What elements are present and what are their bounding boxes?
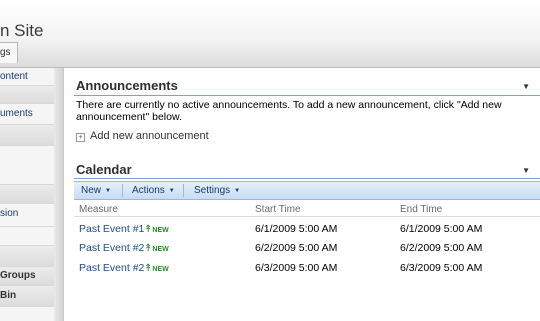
table-row: Past Event #2 ↟NEW 6/2/2009 5:00 AM 6/2/… (74, 238, 540, 258)
table-row: Past Event #2 ↟NEW 6/3/2009 5:00 AM 6/3/… (74, 258, 540, 278)
new-item-indicator: ↟NEW (143, 262, 169, 274)
nav-item-groups[interactable]: Groups (0, 267, 54, 286)
chevron-down-icon: ▼ (168, 188, 175, 194)
actions-menu-button[interactable]: Actions ▼ (132, 182, 175, 201)
toolbar-separator (183, 184, 184, 197)
end-time-cell: 6/3/2009 5:00 AM (400, 262, 483, 274)
toolbar-separator (122, 184, 123, 197)
header-divider (74, 216, 540, 217)
end-time-cell: 6/2/2009 5:00 AM (400, 242, 483, 254)
nav-section-header[interactable] (0, 246, 54, 267)
new-menu-button[interactable]: New ▼ (81, 182, 111, 201)
nav-splitter (54, 68, 64, 321)
event-link[interactable]: Past Event #2 (79, 262, 144, 274)
add-announcement-link[interactable]: + Add new announcement (76, 130, 209, 142)
column-header-end-time[interactable]: End Time (400, 204, 442, 215)
nav-item[interactable] (0, 146, 54, 185)
tab-settings[interactable]: gs (0, 42, 18, 63)
settings-menu-button[interactable]: Settings ▼ (194, 182, 240, 201)
announcements-menu-icon[interactable]: ▼ (522, 82, 530, 91)
nav-item-discussion[interactable]: sion (0, 204, 54, 227)
table-row: Past Event #1 ↟NEW 6/1/2009 5:00 AM 6/1/… (74, 219, 540, 239)
column-header-start-time[interactable]: Start Time (255, 204, 301, 215)
calendar-title-underline (74, 178, 540, 179)
add-announcement-label: Add new announcement (90, 130, 209, 142)
nav-section-header[interactable] (0, 125, 54, 146)
start-time-cell: 6/3/2009 5:00 AM (255, 262, 338, 274)
announcements-title-underline (74, 95, 540, 96)
chevron-down-icon: ▼ (105, 188, 111, 194)
actions-label: Actions (132, 185, 165, 196)
new-badge: NEW (152, 246, 169, 253)
start-time-cell: 6/2/2009 5:00 AM (255, 242, 338, 254)
settings-label: Settings (194, 185, 231, 196)
nav-item-content[interactable]: ontent (0, 68, 54, 86)
list-toolbar: New ▼ Actions ▼ Settings ▼ (74, 181, 540, 200)
announcements-title[interactable]: Announcements (76, 78, 178, 93)
add-icon: + (76, 133, 85, 142)
calendar-title[interactable]: Calendar (76, 162, 132, 177)
announcements-message: There are currently no active announceme… (76, 99, 502, 123)
site-header: n Site gs (0, 0, 540, 68)
new-label: New (81, 185, 102, 196)
column-header-measure[interactable]: Measure (79, 204, 118, 215)
event-link[interactable]: Past Event #1 (79, 223, 144, 235)
new-item-indicator: ↟NEW (143, 242, 169, 254)
nav-item-recycle-bin[interactable]: Bin (0, 286, 54, 307)
chevron-down-icon: ▼ (234, 188, 241, 194)
site-title: n Site (0, 21, 44, 40)
nav-section-header[interactable] (0, 185, 54, 204)
new-badge: NEW (152, 227, 169, 234)
start-time-cell: 6/1/2009 5:00 AM (255, 223, 338, 235)
calendar-menu-icon[interactable]: ▼ (522, 166, 530, 175)
end-time-cell: 6/1/2009 5:00 AM (400, 223, 483, 235)
new-item-indicator: ↟NEW (143, 223, 169, 235)
nav-section-header[interactable] (0, 86, 54, 104)
nav-item-documents[interactable]: uments (0, 104, 54, 125)
event-link[interactable]: Past Event #2 (79, 242, 144, 254)
nav-item[interactable] (0, 227, 54, 246)
quick-launch: ontent uments sion Groups Bin (0, 68, 55, 321)
new-badge: NEW (152, 266, 169, 273)
